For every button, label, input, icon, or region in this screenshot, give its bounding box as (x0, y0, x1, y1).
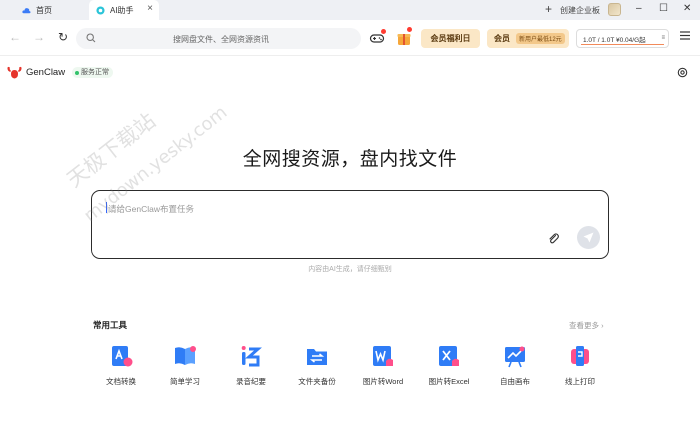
task-placeholder: 请给GenClaw布置任务 (108, 204, 194, 214)
minimize-button[interactable]: – (636, 2, 642, 16)
search-icon (86, 33, 96, 43)
member-button[interactable]: 会员 新用户最低12元 (487, 29, 569, 48)
settings-icon[interactable] (677, 67, 688, 78)
tool-label: 文件夹备份 (298, 377, 336, 386)
tool-label: 自由画布 (500, 377, 530, 386)
free-canvas-icon (505, 346, 525, 368)
close-window-button[interactable]: ✕ (683, 2, 691, 16)
recording-notes-icon (241, 346, 262, 367)
tool-label: 图片转Word (362, 377, 404, 386)
create-enterprise-button[interactable]: 创建企业板 (560, 5, 600, 16)
storage-more-icon: ≡ (661, 35, 665, 41)
search-placeholder: 搜网盘文件、全网资源资讯 (173, 35, 269, 44)
storage-usage-bar (581, 44, 664, 45)
tool-recording-notes[interactable]: 录音纪要 (221, 343, 281, 387)
tab-home[interactable]: 首页 (22, 0, 52, 20)
tool-label: 录音纪要 (236, 377, 266, 386)
toolbar: ← → ↻ 搜网盘文件、全网资源资讯 会员福利日 会员 新用户最低12元 1.0… (0, 20, 700, 56)
cloud-icon (22, 7, 31, 13)
tool-online-print[interactable]: 线上打印 (550, 343, 610, 387)
tool-folder-backup[interactable]: 文件夹备份 (287, 343, 347, 387)
menu-icon[interactable] (680, 31, 690, 40)
send-icon (583, 232, 594, 243)
image-to-excel-icon (439, 346, 459, 366)
notification-dot (381, 29, 386, 34)
maximize-button[interactable]: ☐ (659, 2, 668, 16)
search-input[interactable]: 搜网盘文件、全网资源资讯 (76, 28, 361, 49)
ai-assistant-icon (96, 5, 105, 15)
tools-section-title: 常用工具 (93, 320, 128, 330)
folder-backup-icon (307, 349, 327, 365)
page-title: 全网搜资源，盘内找文件 (242, 149, 458, 170)
avatar[interactable] (608, 3, 621, 16)
tab-ai-assistant[interactable]: AI助手 × (89, 0, 159, 20)
tab-label: AI助手 (110, 5, 134, 15)
title-bar: 首页 AI助手 × + 创建企业板 – ☐ ✕ (0, 0, 700, 20)
doc-convert-icon (112, 346, 133, 367)
book-study-icon (175, 346, 196, 365)
tool-label: 图片转Excel (428, 377, 470, 386)
tool-label: 文档转换 (106, 377, 136, 386)
service-status-badge: 服务正常 (72, 67, 113, 78)
text-cursor (106, 202, 107, 213)
forward-button[interactable]: → (33, 29, 45, 45)
member-label: 会员 (494, 34, 510, 43)
tool-image-to-excel[interactable]: 图片转Excel (419, 343, 479, 387)
genclaw-logo-icon (7, 66, 22, 79)
refresh-button[interactable]: ↻ (58, 29, 68, 45)
back-button[interactable]: ← (9, 29, 21, 45)
see-more-link[interactable]: 查看更多 › (569, 320, 604, 331)
tool-free-canvas[interactable]: 自由画布 (485, 343, 545, 387)
brand-name: GenClaw (26, 67, 66, 78)
tool-image-to-word[interactable]: 图片转Word (353, 343, 413, 387)
storage-text: 1.0T / 1.0T ¥0.04/G起 (583, 36, 646, 44)
gift-icon[interactable] (396, 30, 412, 46)
member-promo-badge: 新用户最低12元 (516, 33, 565, 44)
send-button[interactable] (577, 226, 600, 249)
tab-label: 首页 (36, 5, 52, 15)
tool-book-study[interactable]: 简单学习 (155, 343, 215, 387)
welfare-label: 会员福利日 (430, 34, 471, 43)
paperclip-icon[interactable] (547, 232, 560, 245)
new-tab-button[interactable]: + (545, 2, 552, 16)
ai-disclaimer: 内容由AI生成，请仔细甄别 (308, 266, 392, 273)
close-tab-icon[interactable]: × (147, 4, 153, 14)
tool-doc-convert[interactable]: 文档转换 (91, 343, 151, 387)
task-input[interactable]: 请给GenClaw布置任务 (91, 190, 609, 259)
notification-dot (407, 27, 412, 32)
online-print-icon (571, 346, 589, 366)
tool-label: 线上打印 (565, 377, 595, 386)
member-welfare-button[interactable]: 会员福利日 (421, 29, 480, 48)
tool-label: 简单学习 (170, 377, 200, 386)
image-to-word-icon (373, 346, 393, 366)
storage-indicator[interactable]: 1.0T / 1.0T ¥0.04/G起 ≡ (576, 29, 669, 48)
